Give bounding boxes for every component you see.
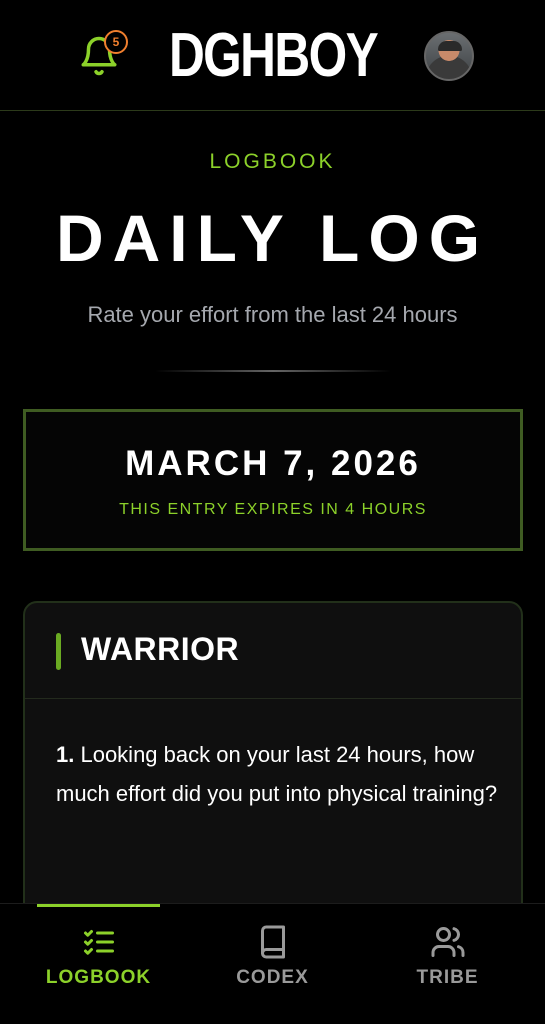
entry-date: MARCH 7, 2026	[125, 444, 421, 483]
warrior-section-header: WARRIOR	[25, 603, 521, 699]
entry-expiry: THIS ENTRY EXPIRES IN 4 HOURS	[119, 501, 427, 518]
nav-item-logbook[interactable]: LOGBOOK	[8, 904, 189, 1024]
hero-divider	[155, 370, 391, 372]
brand-logo[interactable]: DGHBOY	[169, 20, 379, 90]
page-subtitle: Rate your effort from the last 24 hours	[87, 302, 458, 327]
avatar-hat	[438, 41, 462, 51]
book-icon	[260, 925, 285, 959]
section-accent-bar	[56, 633, 61, 670]
question-1: 1. Looking back on your last 24 hours, h…	[56, 735, 501, 813]
notifications-button[interactable]: 5	[76, 30, 128, 80]
avatar[interactable]	[424, 31, 474, 81]
nav-item-codex[interactable]: CODEX	[182, 904, 363, 1024]
top-header: 5 DGHBOY	[0, 0, 545, 111]
warrior-section-title: WARRIOR	[81, 631, 240, 667]
nav-label-codex: CODEX	[236, 967, 309, 988]
bottom-nav: LOGBOOK CODEX TRIBE	[0, 903, 545, 1024]
nav-label-logbook: LOGBOOK	[45, 967, 152, 988]
notification-badge: 5	[104, 30, 128, 54]
section-eyebrow: LOGBOOK	[209, 150, 336, 173]
page-title: DAILY LOG	[55, 201, 490, 275]
nav-label-tribe: TRIBE	[416, 967, 479, 988]
nav-item-tribe[interactable]: TRIBE	[357, 904, 538, 1024]
checklist-icon	[83, 930, 114, 955]
users-icon	[431, 927, 464, 957]
app-root: 5 DGHBOY LOGBOOK DAILY LOG Rate your eff…	[0, 0, 545, 1024]
question-number: 1.	[56, 742, 75, 767]
question-text: Looking back on your last 24 hours, how …	[56, 742, 498, 806]
entry-date-card: MARCH 7, 2026 THIS ENTRY EXPIRES IN 4 HO…	[23, 409, 523, 551]
